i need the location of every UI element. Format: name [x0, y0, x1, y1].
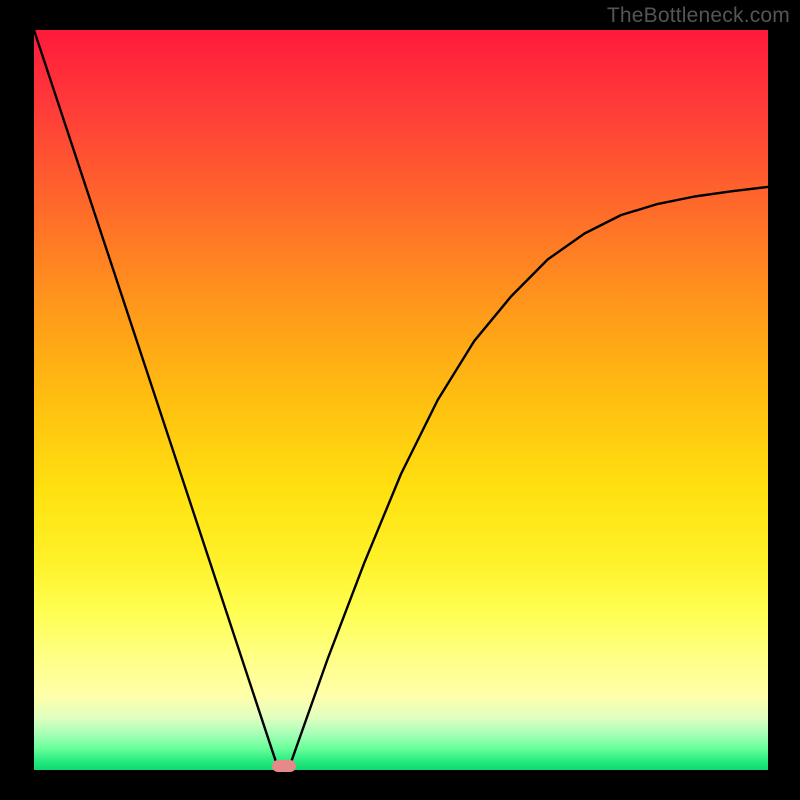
bottleneck-curve [34, 30, 768, 770]
chart-plot-area [34, 30, 768, 770]
optimal-point-marker [272, 760, 296, 772]
watermark-text: TheBottleneck.com [607, 4, 790, 28]
